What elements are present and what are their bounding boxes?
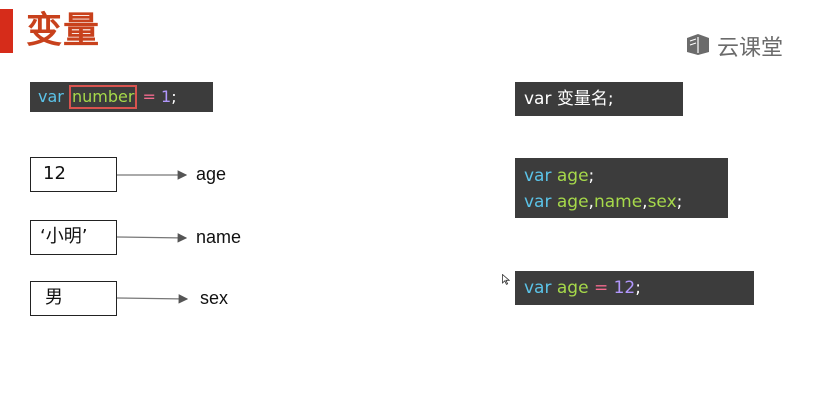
variable-label: name bbox=[196, 227, 242, 247]
value-box: ‘小明’ bbox=[30, 220, 117, 255]
code-line: var age,name,sex; bbox=[524, 189, 728, 215]
semicolon: ; bbox=[676, 192, 683, 212]
keyword-var: var bbox=[524, 89, 552, 109]
semicolon: ; bbox=[635, 278, 641, 298]
code-block-syntax: var 变量名; bbox=[515, 82, 683, 116]
slide-title: 变量 bbox=[26, 10, 101, 51]
number-literal: 1 bbox=[161, 87, 172, 106]
keyword-var: var bbox=[524, 278, 552, 298]
arrow-line bbox=[116, 233, 188, 243]
logo-text: 云课堂 bbox=[717, 36, 784, 61]
title-accent-bar bbox=[0, 9, 13, 53]
assign-operator: = bbox=[142, 87, 156, 106]
code-block-declarations: var age; var age,name,sex; bbox=[515, 158, 728, 218]
keyword-var: var bbox=[38, 87, 64, 106]
variable-label: sex bbox=[200, 288, 229, 308]
semicolon: ; bbox=[588, 166, 595, 186]
code-line: var age; bbox=[524, 163, 728, 189]
book-icon bbox=[685, 32, 711, 60]
identifier: age bbox=[556, 192, 589, 212]
identifier: name bbox=[593, 192, 643, 212]
number-literal: 12 bbox=[613, 278, 636, 298]
arrow-line bbox=[116, 294, 189, 304]
semicolon: ; bbox=[171, 87, 177, 106]
identifier: age bbox=[556, 166, 589, 186]
identifier: sex bbox=[647, 192, 677, 212]
slide: 变量 云课堂 var number = 1; var 变量名; var age;… bbox=[0, 0, 813, 405]
variable-label: age bbox=[196, 164, 227, 184]
identifier: age bbox=[556, 278, 589, 298]
highlighted-variable-name: number bbox=[68, 85, 138, 109]
code-block-assignment: var age = 12; bbox=[515, 271, 754, 305]
mouse-cursor-icon bbox=[502, 270, 511, 289]
keyword-var: var bbox=[524, 166, 552, 186]
logo: 云课堂 bbox=[685, 30, 783, 62]
syntax-rest: 变量名; bbox=[556, 89, 614, 109]
assign-operator: = bbox=[593, 278, 609, 298]
value-box: 12 bbox=[30, 157, 117, 192]
value-box: 男 bbox=[30, 281, 117, 316]
keyword-var: var bbox=[524, 192, 552, 212]
code-block-example: var number = 1; bbox=[30, 82, 213, 112]
